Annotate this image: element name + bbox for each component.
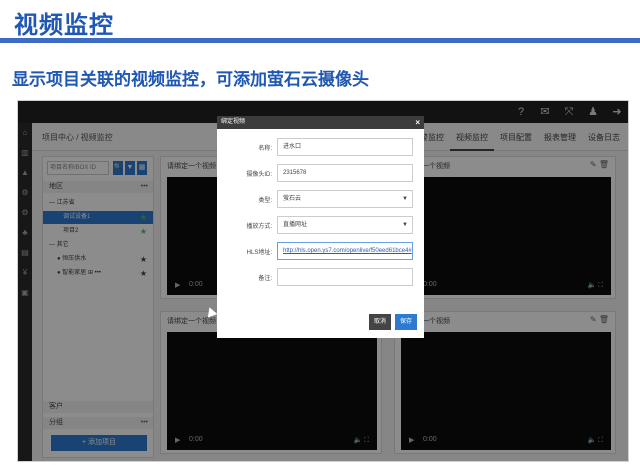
name-row: 名称: 进水口: [217, 138, 424, 156]
play-mode-select-value: 直播网址: [283, 222, 308, 228]
dialog-title: 绑定视频: [221, 119, 246, 125]
save-button[interactable]: 保存: [395, 314, 417, 330]
remark-row: 备注:: [217, 268, 424, 286]
bind-video-dialog: 绑定视频 × 名称: 进水口 摄像头ID: 2315678 类型: 萤石云 ▼ 播放方式:…: [217, 116, 424, 338]
chevron-down-icon: ▼: [402, 222, 408, 228]
play-mode-label: 播放方式:: [246, 224, 272, 230]
camera-id-field[interactable]: 2315678: [277, 164, 413, 182]
name-label: 名称:: [258, 146, 272, 152]
type-select[interactable]: 萤石云 ▼: [277, 190, 413, 208]
title-divider: [0, 38, 640, 43]
name-field[interactable]: 进水口: [277, 138, 413, 156]
dialog-header: 绑定视频 ×: [217, 116, 424, 129]
play-mode-select[interactable]: 直播网址 ▼: [277, 216, 413, 234]
cancel-button[interactable]: 取消: [369, 314, 391, 330]
play-mode-row: 播放方式: 直播网址 ▼: [217, 216, 424, 234]
slide-subtitle: 显示项目关联的视频监控，可添加萤石云摄像头: [12, 70, 369, 89]
remark-field[interactable]: [277, 268, 413, 286]
app-screenshot: ? ✉ ⤧ ♟ ➜ ⌂ ▥ ▲ ⚙ ⚙ ♣ ▤ ¥ ▣ 项目中心 / 视频监控 …: [17, 100, 629, 462]
remark-label: 备注:: [258, 276, 272, 282]
camera-id-row: 摄像头ID: 2315678: [217, 164, 424, 182]
chevron-down-icon: ▼: [402, 196, 408, 202]
type-select-value: 萤石云: [283, 196, 302, 202]
close-icon[interactable]: ×: [415, 116, 420, 129]
type-row: 类型: 萤石云 ▼: [217, 190, 424, 208]
hls-label: HLS地址:: [246, 250, 272, 256]
hls-row: HLS地址: http://hls.open.ys7.com/openlive/f…: [217, 242, 424, 260]
hls-url-field[interactable]: http://hls.open.ys7.com/openlive/f50eed6…: [277, 242, 413, 260]
slide-title: 视频监控: [14, 12, 114, 39]
type-label: 类型:: [258, 198, 272, 204]
camera-id-label: 摄像头ID:: [246, 172, 272, 178]
